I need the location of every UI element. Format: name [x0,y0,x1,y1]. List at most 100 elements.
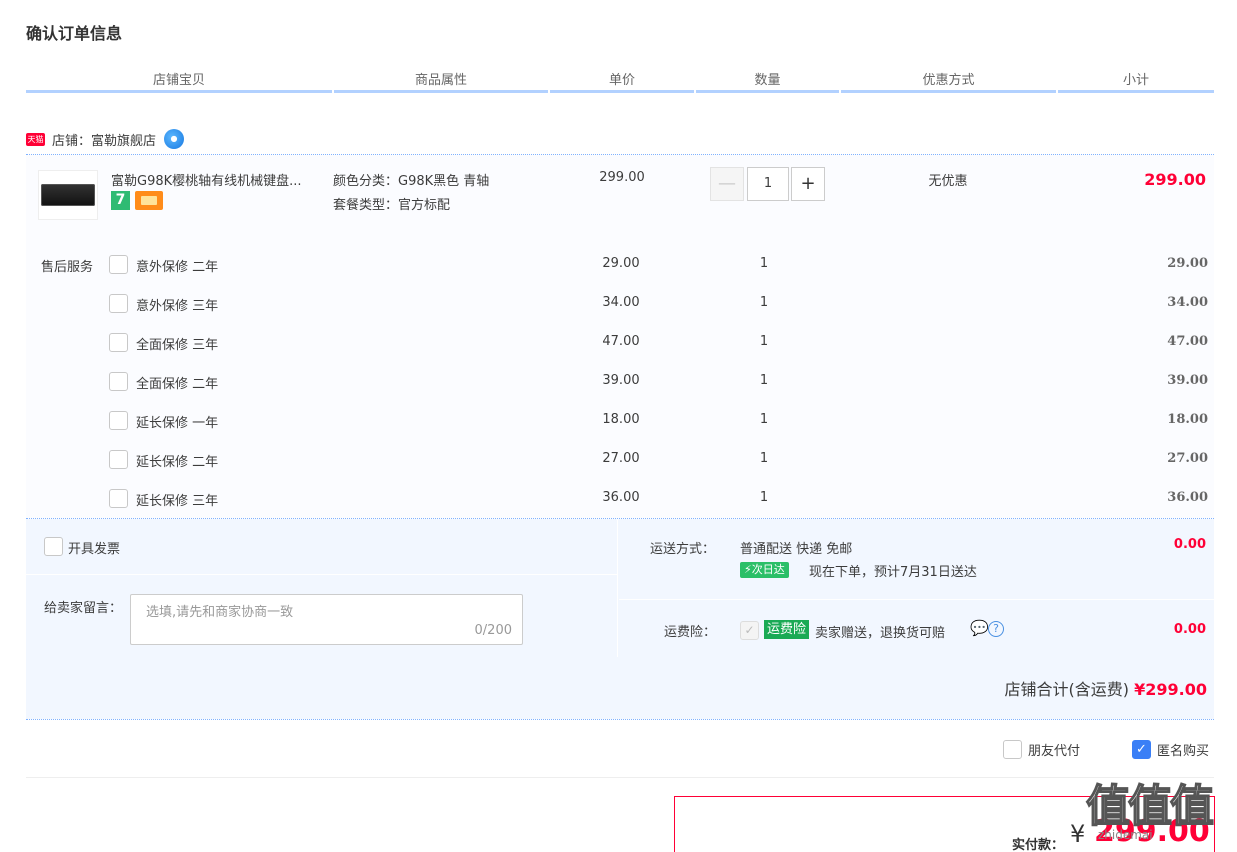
service-qty: 1 [759,295,769,310]
quantity-increase-button[interactable]: + [791,167,825,201]
chat-icon[interactable]: ● [164,129,185,149]
service-checkbox[interactable] [109,372,128,391]
column-header-attributes: 商品属性 [334,69,548,93]
anonymous-option[interactable]: ✓ 匿名购买 [1132,739,1209,759]
service-checkbox[interactable] [109,489,128,508]
service-row: 全面保修 三年 47.00 1 47.00 [109,333,1209,355]
message-label: 给卖家留言： [44,601,123,616]
message-char-count: 0/200 [474,623,512,638]
invoice-checkbox[interactable] [44,537,63,556]
service-subtotal: 27.00 [1167,451,1208,466]
service-price: 34.00 [602,295,640,310]
service-name: 延长保修 二年 [136,455,219,470]
shop-total-label: 店铺合计(含运费) [1004,680,1130,699]
payment-currency: ¥ [1070,820,1086,848]
column-header-shop-item: 店铺宝贝 [26,69,332,93]
seven-day-return-icon[interactable]: 7 [111,191,130,210]
page-title: 确认订单信息 [26,24,123,43]
service-name: 意外保修 二年 [136,260,219,275]
service-price: 29.00 [602,256,640,271]
watermark-url: zhidemai [1098,828,1153,842]
friend-pay-label: 朋友代付 [1028,743,1081,759]
payment-label: 实付款： [1012,838,1065,852]
service-name: 延长保修 一年 [136,416,219,431]
product-image[interactable] [38,170,98,220]
tmall-badge-icon: 天猫 [26,132,45,146]
service-name: 全面保修 二年 [136,377,219,392]
service-subtotal: 39.00 [1167,373,1208,388]
invoice-label: 开具发票 [68,542,121,557]
delivery-eta: 现在下单，预计7月31日送达 [809,565,977,580]
shop-name-link[interactable]: 店铺：富勒旗舰店 [52,130,156,149]
service-subtotal: 36.00 [1167,490,1208,505]
service-checkbox[interactable] [109,411,128,430]
service-qty: 1 [759,373,769,388]
help-icon[interactable]: ? [988,621,1004,637]
friend-pay-checkbox[interactable] [1003,739,1022,759]
shop-total: 店铺合计(含运费) ¥299.00 [619,676,1207,700]
service-checkbox[interactable] [109,333,128,352]
shop-line: 天猫 店铺：富勒旗舰店 ● [26,128,185,150]
unit-price: 299.00 [599,170,645,185]
next-day-badge: ⚡次日达 [740,562,789,578]
service-price: 39.00 [602,373,640,388]
service-name: 全面保修 三年 [136,338,219,353]
service-subtotal: 34.00 [1167,295,1208,310]
service-row: 延长保修 一年 18.00 1 18.00 [109,411,1209,433]
credit-card-icon[interactable] [135,191,163,210]
service-row: 延长保修 二年 27.00 1 27.00 [109,450,1209,472]
service-row: 全面保修 二年 39.00 1 39.00 [109,372,1209,394]
service-checkbox[interactable] [109,450,128,469]
quantity-decrease-button[interactable]: — [710,167,744,201]
quantity-input[interactable]: 1 [747,167,789,201]
next-day-badge-label: 次日达 [751,563,785,576]
service-price: 27.00 [602,451,640,466]
service-checkbox[interactable] [109,294,128,313]
anonymous-checkbox[interactable]: ✓ [1132,739,1151,759]
column-header-quantity: 数量 [696,69,839,93]
service-name: 意外保修 三年 [136,299,219,314]
after-sale-service-label: 售后服务 [41,260,94,275]
service-qty: 1 [759,256,769,271]
watermark-logo: 值值值 [1085,780,1215,833]
shipping-fee: 0.00 [1173,537,1206,552]
service-row: 意外保修 三年 34.00 1 34.00 [109,294,1209,316]
service-price: 18.00 [602,412,640,427]
right-panel-divider [619,599,1214,600]
insurance-label: 运费险： [664,625,717,640]
shipping-method: 普通配送 快递 免邮 [740,542,853,557]
message-placeholder: 选填,请先和商家协商一致 [146,605,294,620]
insurance-desc: 卖家赠送，退换货可赔 [815,626,946,641]
payment-divider [26,777,1214,778]
attr-package: 套餐类型：官方标配 [333,198,451,213]
service-qty: 1 [759,334,769,349]
service-subtotal: 47.00 [1167,334,1208,349]
service-price: 36.00 [602,490,640,505]
friend-pay-option[interactable]: 朋友代付 [1003,739,1080,759]
service-row: 延长保修 三年 36.00 1 36.00 [109,489,1209,511]
column-header-price: 单价 [550,69,694,93]
service-subtotal: 18.00 [1167,412,1208,427]
service-name: 延长保修 三年 [136,494,219,509]
discount-method: 无优惠 [928,174,968,189]
chat-bubble-icon[interactable]: 💬 [970,619,989,637]
service-qty: 1 [759,412,769,427]
insurance-checkbox[interactable]: ✓ [740,621,759,640]
shipping-label: 运送方式： [650,542,716,557]
anonymous-label: 匿名购买 [1157,743,1210,759]
column-header-subtotal: 小计 [1058,69,1214,93]
shop-total-amount: ¥299.00 [1134,680,1207,699]
service-qty: 1 [759,490,769,505]
left-panel-divider [26,574,618,575]
service-row: 意外保修 二年 29.00 1 29.00 [109,255,1209,277]
column-header-discount: 优惠方式 [841,69,1056,93]
product-title-link[interactable]: 富勒G98K樱桃轴有线机械键盘... [111,170,325,189]
service-qty: 1 [759,451,769,466]
attr-color: 颜色分类：G98K黑色 青轴 [333,174,490,189]
keyboard-thumbnail [41,184,95,206]
lightning-icon: ⚡ [744,563,752,576]
service-checkbox[interactable] [109,255,128,274]
insurance-fee: 0.00 [1173,622,1206,637]
item-subtotal: 299.00 [1144,170,1206,189]
service-price: 47.00 [602,334,640,349]
